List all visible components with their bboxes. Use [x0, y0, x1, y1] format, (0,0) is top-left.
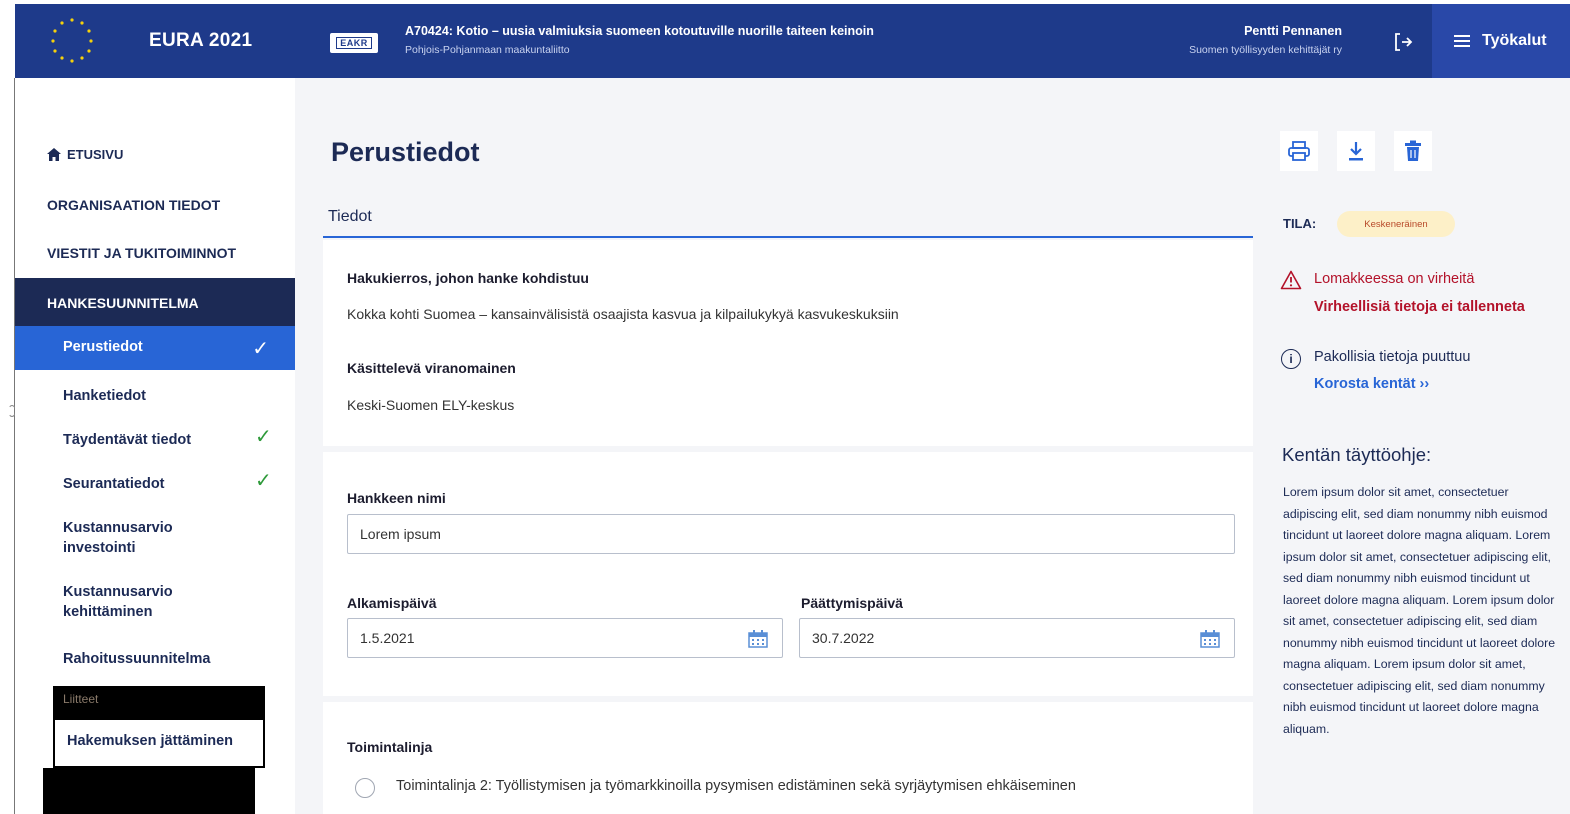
check-icon: ✓ — [255, 470, 272, 492]
trash-icon — [1405, 140, 1421, 161]
action-line-label: Toimintalinja — [347, 739, 433, 755]
info-icon: i — [1281, 349, 1301, 369]
tab-label: Tiedot — [328, 208, 372, 225]
sidebar: ETUSIVU ORGANISAATION TIEDOT VIESTIT JA … — [15, 78, 295, 814]
nav-messages[interactable]: VIESTIT JA TUKITOIMINNOT — [47, 245, 236, 261]
nav-item-label: Perustiedot — [63, 339, 143, 355]
name-label: Hankkeen nimi — [347, 490, 446, 506]
nav-home-label: ETUSIVU — [67, 147, 124, 162]
tab-tiedot[interactable]: Tiedot — [323, 196, 1253, 238]
nav-item-perustiedot[interactable]: Perustiedot ✓ — [15, 326, 295, 370]
nav-item-label: Kustannusarvio kehittäminen — [63, 584, 173, 620]
nav-item-taydentavat[interactable]: Täydentävät tiedot ✓ — [63, 427, 272, 450]
tools-menu-button[interactable]: Työkalut — [1432, 4, 1570, 78]
start-date-label: Alkamispäivä — [347, 595, 437, 611]
nav-item-label: Täydentävät tiedot — [63, 432, 192, 448]
authority-value: Keski-Suomen ELY-keskus — [347, 397, 515, 413]
home-icon — [47, 148, 61, 161]
redacted-nav-item: Liitteet — [53, 686, 265, 720]
tools-label: Työkalut — [1482, 32, 1547, 49]
nav-item-kustannus-investointi[interactable]: Kustannusarvio investointi — [63, 518, 213, 558]
error-detail: Virheellisiä tietoja ei tallenneta — [1314, 299, 1525, 315]
nav-item-label: Hakemuksen jättäminen — [67, 733, 234, 749]
help-text: Lorem ipsum dolor sit amet, consectetuer… — [1283, 485, 1556, 736]
project-title: A70424: Kotio – uusia valmiuksia suomeen… — [405, 24, 874, 38]
project-form-card: Hankkeen nimi Lorem ipsum Alkamispäivä 1… — [323, 452, 1253, 696]
page-title: Perustiedot — [331, 137, 480, 167]
check-icon: ✓ — [255, 426, 272, 448]
authority-label: Käsittelevä viranomainen — [347, 360, 516, 376]
download-icon — [1349, 142, 1363, 161]
action-line-radio[interactable] — [355, 778, 375, 798]
info-card: Hakukierros, johon hanke kohdistuu Kokka… — [323, 240, 1253, 446]
fund-badge-label: EAKR — [336, 37, 372, 49]
start-date-input[interactable]: 1.5.2021 — [347, 618, 783, 658]
user-org: Suomen työllisyyden kehittäjät ry — [1189, 44, 1342, 56]
action-line-card: Toimintalinja Toimintalinja 2: Työllisty… — [323, 702, 1253, 814]
status-label: TILA: — [1283, 216, 1317, 231]
download-button[interactable] — [1337, 131, 1375, 171]
warning-icon — [1280, 270, 1302, 290]
end-date-label: Päättymispäivä — [801, 595, 903, 611]
nav-item-submit-application[interactable]: Hakemuksen jättäminen — [53, 720, 265, 768]
haku-value: Kokka kohti Suomea – kansainvälisistä os… — [347, 306, 899, 322]
nav-item-label: Rahoitussuunnitelma — [63, 651, 211, 667]
redacted-label: Liitteet — [63, 692, 99, 706]
info-message: Pakollisia tietoja puuttuu — [1314, 349, 1471, 365]
app-header: EURA 2021 EAKR A70424: Kotio – uusia val… — [15, 4, 1570, 78]
end-date-value: 30.7.2022 — [812, 630, 875, 646]
nav-organisation[interactable]: ORGANISAATION TIEDOT — [47, 197, 220, 213]
check-icon: ✓ — [252, 338, 269, 360]
status-badge: Keskeneräinen — [1337, 211, 1455, 237]
nav-home[interactable]: ETUSIVU — [47, 147, 123, 162]
menu-icon — [1454, 35, 1470, 47]
fund-badge: EAKR — [330, 33, 378, 53]
calendar-icon[interactable] — [748, 630, 768, 648]
help-title: Kentän täyttöohje: — [1282, 444, 1432, 465]
nav-item-label: Seurantatiedot — [63, 476, 165, 492]
print-button[interactable] — [1280, 131, 1318, 171]
start-date-value: 1.5.2021 — [360, 630, 415, 646]
print-icon — [1288, 141, 1310, 161]
haku-label: Hakukierros, johon hanke kohdistuu — [347, 270, 589, 286]
nav-item-kustannus-kehittaminen[interactable]: Kustannusarvio kehittäminen — [63, 582, 213, 622]
nav-item-seurantatiedot[interactable]: Seurantatiedot ✓ — [63, 471, 272, 494]
logout-icon[interactable] — [1392, 31, 1414, 53]
action-line-option[interactable]: Toimintalinja 2: Työllistymisen ja työma… — [396, 778, 1076, 794]
project-subtitle: Pohjois-Pohjanmaan maakuntaliitto — [405, 44, 570, 56]
nav-item-label: Kustannusarvio investointi — [63, 520, 173, 556]
error-message: Lomakkeessa on virheitä — [1314, 271, 1475, 287]
calendar-icon[interactable] — [1200, 630, 1220, 648]
project-name-input[interactable]: Lorem ipsum — [347, 514, 1235, 554]
nav-project-plan[interactable]: HANKESUUNNITELMA — [15, 278, 295, 326]
delete-button[interactable] — [1394, 131, 1432, 171]
highlight-fields-link[interactable]: Korosta kentät ›› — [1314, 376, 1429, 392]
user-name: Pentti Pennanen — [1244, 24, 1342, 38]
nav-item-hanketiedot[interactable]: Hanketiedot — [63, 386, 146, 406]
nav-item-label: Hanketiedot — [63, 388, 146, 404]
end-date-input[interactable]: 30.7.2022 — [799, 618, 1235, 658]
app-title[interactable]: EURA 2021 — [149, 30, 252, 52]
redacted-block — [43, 768, 255, 814]
nav-item-rahoitussuunnitelma[interactable]: Rahoitussuunnitelma — [63, 649, 210, 669]
eu-flag-icon — [51, 18, 93, 63]
